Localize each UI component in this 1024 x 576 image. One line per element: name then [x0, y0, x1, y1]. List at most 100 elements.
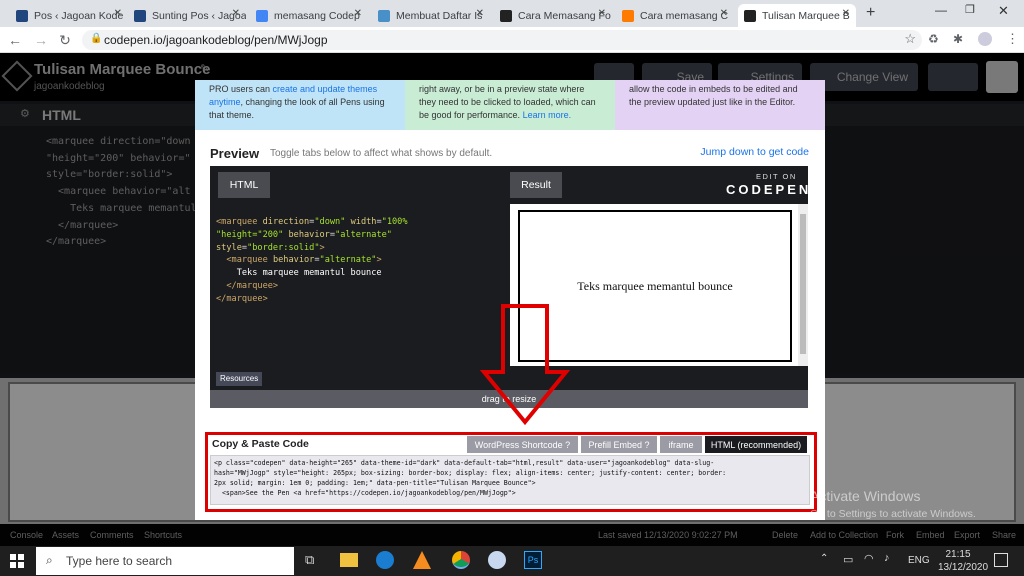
jump-to-code-link[interactable]: Jump down to get code [700, 146, 809, 158]
menu-icon[interactable]: ⋮ [1006, 31, 1019, 47]
tab-close-icon[interactable]: ✕ [842, 8, 850, 19]
chrome-icon[interactable] [452, 551, 470, 569]
forward-icon[interactable]: → [32, 31, 50, 49]
browser-tab[interactable]: Cara Memasang Fo ✕ [494, 4, 612, 27]
notification-icon[interactable] [994, 553, 1008, 567]
activate-windows-watermark: Activate Windows Go to Settings to activ… [810, 488, 976, 520]
html-tab-button[interactable]: HTML [218, 172, 270, 198]
code-line: <span>See the Pen <a href="https://codep… [214, 489, 516, 497]
lock-icon: 🔒 [90, 33, 103, 44]
resources-button[interactable]: Resources [216, 372, 263, 386]
tab-close-icon[interactable]: ✕ [476, 8, 484, 19]
browser-tab[interactable]: Tulisan Marquee B ✕ [738, 4, 856, 27]
tab-favicon-icon [622, 9, 634, 22]
html-tab-label: HTML [229, 179, 259, 191]
info-text: allow the code in embeds to be edited an… [629, 84, 798, 107]
tab-close-icon[interactable]: ✕ [598, 8, 606, 19]
browser-tab[interactable]: Pos ‹ Jagoan Kode ✕ [10, 4, 128, 27]
windows-taskbar: ⌕ Type here to search ⧉ Ps ⌃ ▭ ◠ ♪ ENG 2… [0, 546, 1024, 576]
clock-time: 21:15 [945, 549, 971, 560]
vlc-icon[interactable] [413, 551, 431, 569]
tab-iframe[interactable]: iframe [660, 436, 702, 453]
maximize-button[interactable]: ❐ [965, 3, 975, 16]
tab-close-icon[interactable]: ✕ [114, 8, 122, 19]
tab-favicon-icon [500, 9, 512, 22]
language-indicator[interactable]: ENG [908, 555, 930, 566]
embed-code-textarea[interactable]: <p class="codepen" data-height="265" dat… [210, 455, 810, 505]
clock-date: 13/12/2020 [938, 562, 989, 573]
photoshop-icon[interactable]: Ps [524, 551, 542, 569]
address-bar: ← → ↻ 🔒 codepen.io/jagoankodeblog/pen/MW… [0, 27, 1024, 53]
browser-tab[interactable]: Cara memasang C ✕ [616, 4, 734, 27]
clock[interactable]: 21:15 13/12/2020 [938, 549, 989, 573]
embed-modal: PRO users can create and update themes a… [195, 80, 825, 520]
tab-favicon-icon [744, 9, 756, 22]
tab-close-icon[interactable]: ✕ [232, 8, 240, 19]
info-column-editable: allow the code in embeds to be edited an… [615, 80, 825, 130]
marquee-text: Teks marquee memantul bounce [577, 278, 733, 293]
codepen-wordmark[interactable]: CODEPEN [726, 182, 811, 197]
code-line: hash="MWjJogp" style="height: 265px; box… [214, 469, 727, 477]
info-text: PRO users can [209, 84, 273, 94]
tab-close-icon[interactable]: ✕ [354, 8, 362, 19]
search-icon: ⌕ [46, 553, 53, 567]
code-line: 2px solid; margin: 1em 0; padding: 1em;"… [214, 479, 536, 487]
info-column-themes: PRO users can create and update themes a… [195, 80, 405, 130]
tab-html-recommended[interactable]: HTML (recommended) [705, 436, 807, 453]
tab-label: Tulisan Marquee B [762, 9, 850, 22]
bookmark-star-icon[interactable]: ☆ [904, 31, 916, 47]
edit-on-label: EDIT ON [756, 172, 797, 181]
search-placeholder: Type here to search [66, 554, 173, 568]
minimize-button[interactable]: — [935, 3, 947, 17]
tab-label: Membuat Daftar Is [396, 9, 483, 22]
browser-tab[interactable]: memasang Codep ✕ [250, 4, 368, 27]
close-window-button[interactable]: ✕ [998, 3, 1009, 19]
network-icon[interactable]: ▭ [843, 553, 853, 566]
tab-prefill-embed[interactable]: Prefill Embed ? [581, 436, 657, 453]
puzzle-icon[interactable]: ✱ [953, 32, 963, 46]
copy-paste-code-section: Copy & Paste Code WordPress Shortcode ? … [205, 432, 817, 512]
tab-label: Cara memasang C [640, 9, 729, 22]
preview-subtitle: Toggle tabs below to affect what shows b… [270, 148, 493, 159]
result-tab-label: Result [521, 179, 551, 191]
browser-tab[interactable]: Sunting Pos ‹ Jagoa ✕ [128, 4, 246, 27]
tab-favicon-icon [16, 9, 28, 22]
wifi-icon[interactable]: ◠ [864, 552, 874, 565]
info-column-preview: right away, or be in a preview state whe… [405, 80, 615, 130]
profile-icon[interactable] [978, 32, 992, 46]
app-icon[interactable] [376, 551, 394, 569]
tab-favicon-icon [256, 9, 268, 22]
file-explorer-icon[interactable] [340, 553, 358, 567]
paint-icon[interactable] [488, 551, 506, 569]
tab-close-icon[interactable]: ✕ [720, 8, 728, 19]
learn-more-link[interactable]: Learn more. [523, 110, 572, 120]
browser-tab[interactable]: Membuat Daftar Is ✕ [372, 4, 490, 27]
browser-tab-bar: Pos ‹ Jagoan Kode ✕ Sunting Pos ‹ Jagoa ✕ me… [0, 0, 1024, 27]
tab-favicon-icon [134, 9, 146, 22]
volume-icon[interactable]: ♪ [884, 552, 890, 564]
activate-title: Activate Windows [810, 488, 921, 504]
code-line: <p class="codepen" data-height="265" dat… [214, 459, 715, 467]
extension-icon[interactable]: ♻ [928, 32, 939, 46]
preview-title: Preview [210, 146, 260, 161]
tab-wordpress-shortcode[interactable]: WordPress Shortcode ? [467, 436, 578, 453]
tab-label: memasang Codep [274, 9, 360, 22]
task-view-icon[interactable]: ⧉ [305, 552, 314, 568]
activate-subtitle: Go to Settings to activate Windows. [810, 508, 976, 520]
windows-start-icon[interactable] [10, 554, 24, 568]
red-arrow-annotation [480, 304, 570, 426]
url-text: codepen.io/jagoankodeblog/pen/MWjJogp [104, 33, 328, 47]
url-input[interactable]: 🔒 codepen.io/jagoankodeblog/pen/MWjJogp … [82, 30, 922, 50]
result-tab-button[interactable]: Result [510, 172, 562, 198]
tab-favicon-icon [378, 9, 390, 22]
back-icon[interactable]: ← [6, 31, 24, 49]
reload-icon[interactable]: ↻ [56, 31, 74, 49]
taskbar-search-input[interactable]: ⌕ Type here to search [36, 547, 294, 575]
tray-chevron-icon[interactable]: ⌃ [820, 553, 828, 564]
copy-paste-title: Copy & Paste Code [212, 438, 309, 450]
result-scrollbar[interactable] [798, 204, 808, 366]
tab-label: Pos ‹ Jagoan Kode [34, 9, 124, 22]
new-tab-button[interactable]: + [866, 4, 875, 22]
embed-html-code: <marquee direction="down" width="100% "h… [216, 217, 408, 304]
embed-code-text: Teks marquee memantul bounce [236, 268, 382, 279]
